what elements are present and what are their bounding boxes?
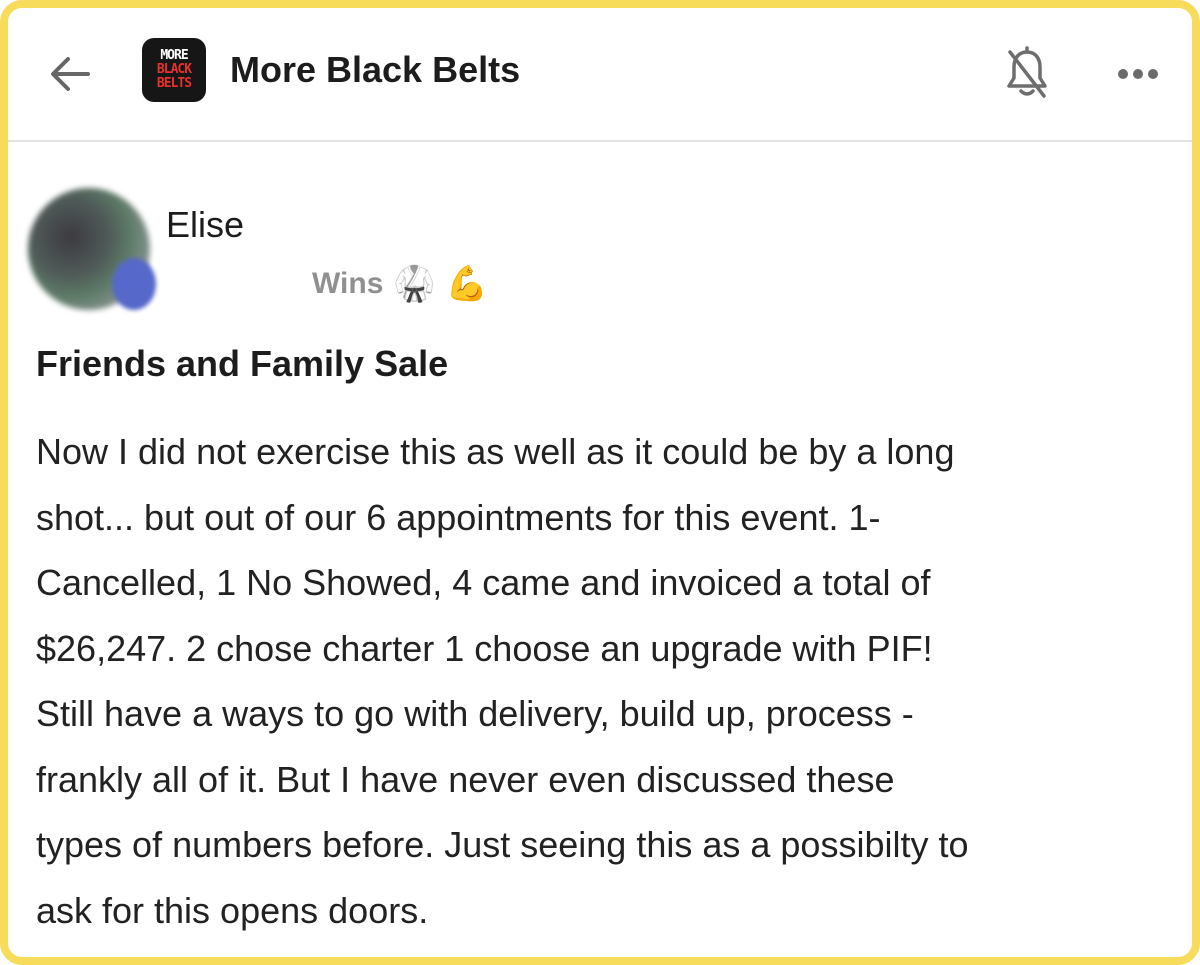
post-title: Friends and Family Sale: [36, 343, 449, 384]
post-body-line: $26,247. 2 chose charter 1 choose an upg…: [36, 627, 933, 669]
logo-line-1: MORE: [160, 48, 188, 63]
flexed-biceps-icon: 💪: [445, 264, 489, 304]
notifications-off-button[interactable]: [1000, 44, 1054, 102]
post-body: Now I did not exercise this as well as i…: [36, 419, 1186, 943]
post-body-line: Cancelled, 1 No Showed, 4 came and invoi…: [36, 562, 931, 603]
group-logo[interactable]: MORE BLACK BELTS: [142, 38, 206, 102]
post-body-line: types of numbers before. Just seeing thi…: [36, 824, 969, 865]
top-bar: MORE BLACK BELTS More Black Belts: [8, 8, 1192, 142]
author-name[interactable]: Elise: [166, 202, 244, 248]
post-body-line: Now I did not exercise this as well as i…: [36, 431, 955, 472]
martial-arts-uniform-icon: 🥋: [393, 264, 436, 304]
more-dots-icon: [1118, 69, 1128, 79]
back-arrow-icon: [51, 57, 90, 91]
post-body-line: shot... but out of our 6 appointments fo…: [36, 496, 881, 538]
logo-line-3: BELTS: [156, 76, 192, 91]
logo-line-2: BLACK: [156, 62, 192, 77]
more-dot: [1148, 69, 1158, 79]
post-body-line: frankly all of it. But I have never even…: [36, 758, 895, 800]
post-body-line: ask for this opens doors.: [36, 889, 429, 931]
post-body-line: Still have a ways to go with delivery, b…: [36, 693, 914, 734]
more-options-button[interactable]: [1106, 52, 1170, 96]
more-dot: [1133, 69, 1143, 79]
back-button[interactable]: [42, 46, 98, 102]
category-label: Wins: [312, 267, 384, 300]
bell-off-icon: [1007, 46, 1047, 98]
screenshot-frame: MORE BLACK BELTS More Black Belts Elise …: [0, 0, 1200, 965]
avatar-badge: [112, 258, 156, 310]
group-title[interactable]: More Black Belts: [230, 46, 520, 94]
post-category[interactable]: Wins 🥋 💪: [312, 262, 488, 306]
